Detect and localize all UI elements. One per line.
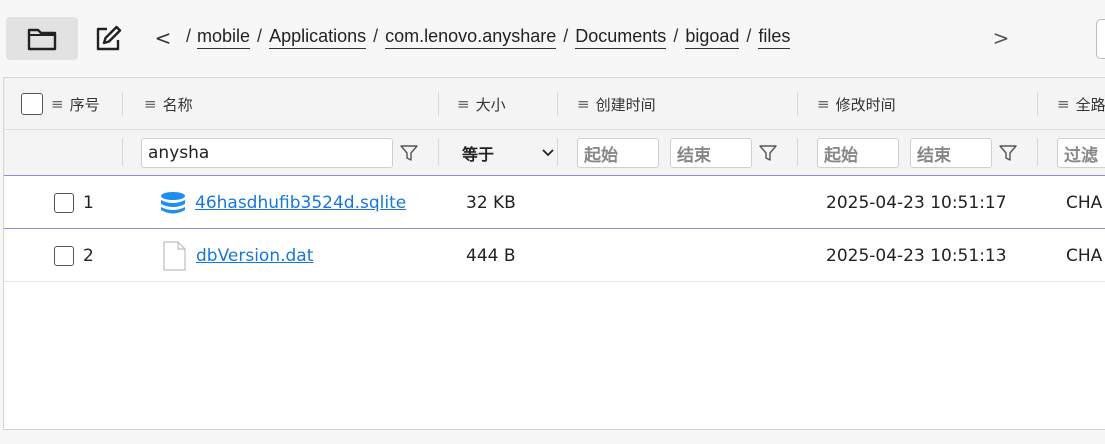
table-header: ≡ 序号 ≡ 名称 ≡ 大小 ≡ 创建时间 ≡ 修改时间 ≡ 全路 (4, 78, 1105, 130)
header-size[interactable]: ≡ 大小 (457, 78, 506, 130)
column-divider[interactable] (438, 92, 439, 116)
chevron-left-icon: < (154, 26, 172, 50)
breadcrumb-documents[interactable]: Documents (575, 26, 667, 49)
chevron-right-icon: > (992, 26, 1010, 50)
header-index[interactable]: ≡ 序号 (51, 78, 100, 130)
column-divider (438, 138, 439, 166)
header-select-all[interactable] (21, 78, 43, 130)
folder-button[interactable] (6, 17, 78, 60)
column-divider[interactable] (122, 92, 123, 116)
filter-row: anysha 等于 起始 结束 起始 结束 过滤 (4, 130, 1105, 176)
breadcrumb-bigoad[interactable]: bigoad (685, 26, 740, 49)
modified-end-input[interactable]: 结束 (910, 138, 992, 168)
modified-start-input[interactable]: 起始 (817, 138, 899, 168)
header-index-label: 序号 (69, 95, 100, 114)
breadcrumb-sep: / (673, 26, 679, 46)
row-checkbox[interactable] (54, 193, 74, 213)
column-menu-icon[interactable]: ≡ (51, 95, 64, 113)
column-divider (557, 138, 558, 166)
filter-icon[interactable] (998, 143, 1018, 163)
row-index: 2 (83, 246, 94, 266)
header-path[interactable]: ≡ 全路 (1057, 78, 1105, 130)
file-table: ≡ 序号 ≡ 名称 ≡ 大小 ≡ 创建时间 ≡ 修改时间 ≡ 全路 anysha… (3, 77, 1105, 430)
forward-button[interactable]: > (986, 20, 1016, 56)
created-end-input[interactable]: 结束 (670, 138, 752, 168)
file-icon (163, 241, 186, 271)
header-name-label: 名称 (162, 95, 193, 114)
row-index: 1 (83, 193, 94, 213)
edit-icon (96, 25, 122, 50)
breadcrumb: / mobile / Applications / com.lenovo.any… (186, 26, 791, 54)
breadcrumb-sep: / (746, 26, 752, 46)
row-checkbox[interactable] (54, 246, 74, 266)
row-path: CHA (1066, 193, 1103, 213)
path-filter-input[interactable]: 过滤 (1057, 138, 1105, 168)
header-created[interactable]: ≡ 创建时间 (577, 78, 656, 130)
table-row[interactable]: 1 46hasdhufib3524d.sqlite 32 KB 2025-04-… (4, 177, 1105, 229)
edit-button[interactable] (88, 17, 128, 60)
row-size: 444 B (466, 246, 516, 266)
column-divider (122, 138, 123, 166)
column-divider (1037, 138, 1038, 166)
chevron-down-icon (542, 149, 554, 157)
row-checkbox-cell[interactable]: 2 (54, 230, 94, 282)
breadcrumb-package[interactable]: com.lenovo.anyshare (385, 26, 557, 49)
size-operator-value: 等于 (462, 145, 495, 164)
header-modified[interactable]: ≡ 修改时间 (817, 78, 896, 130)
search-box[interactable] (1096, 19, 1105, 59)
column-menu-icon[interactable]: ≡ (1057, 95, 1070, 113)
breadcrumb-sep: / (373, 26, 379, 46)
header-created-label: 创建时间 (595, 95, 656, 114)
row-checkbox-cell[interactable]: 1 (54, 177, 94, 229)
column-menu-icon[interactable]: ≡ (144, 95, 157, 113)
column-menu-icon[interactable]: ≡ (577, 95, 590, 113)
size-operator-select[interactable]: 等于 (462, 138, 554, 168)
header-name[interactable]: ≡ 名称 (144, 78, 193, 130)
column-menu-icon[interactable]: ≡ (457, 95, 470, 113)
column-divider[interactable] (557, 92, 558, 116)
row-size: 32 KB (466, 193, 516, 213)
header-modified-label: 修改时间 (835, 95, 896, 114)
folder-icon (27, 28, 57, 50)
row-name-cell: dbVersion.dat (161, 230, 313, 282)
breadcrumb-sep: / (257, 26, 263, 46)
row-modified: 2025-04-23 10:51:17 (826, 193, 1007, 213)
header-path-label: 全路 (1075, 95, 1105, 114)
toolbar: < / mobile / Applications / com.lenovo.a… (0, 0, 1105, 76)
breadcrumb-applications[interactable]: Applications (269, 26, 367, 49)
select-all-checkbox[interactable] (21, 93, 43, 115)
breadcrumb-mobile[interactable]: mobile (197, 26, 251, 49)
breadcrumb-sep: / (563, 26, 569, 46)
breadcrumb-files[interactable]: files (758, 26, 791, 49)
column-divider[interactable] (1037, 92, 1038, 116)
database-icon (161, 192, 185, 214)
table-row[interactable]: 2 dbVersion.dat 444 B 2025-04-23 10:51:1… (4, 230, 1105, 282)
file-link[interactable]: 46hasdhufib3524d.sqlite (195, 193, 406, 213)
created-start-input[interactable]: 起始 (577, 138, 659, 168)
header-size-label: 大小 (475, 95, 506, 114)
file-link[interactable]: dbVersion.dat (196, 246, 313, 266)
filter-icon[interactable] (758, 143, 778, 163)
column-menu-icon[interactable]: ≡ (817, 95, 830, 113)
breadcrumb-lead: / (186, 26, 192, 46)
column-divider (797, 138, 798, 166)
row-modified: 2025-04-23 10:51:13 (826, 246, 1007, 266)
name-filter-input[interactable]: anysha (141, 138, 393, 168)
column-divider[interactable] (797, 92, 798, 116)
row-name-cell: 46hasdhufib3524d.sqlite (160, 177, 406, 229)
back-button[interactable]: < (148, 20, 178, 56)
row-path: CHA (1066, 246, 1103, 266)
filter-icon[interactable] (399, 143, 419, 163)
